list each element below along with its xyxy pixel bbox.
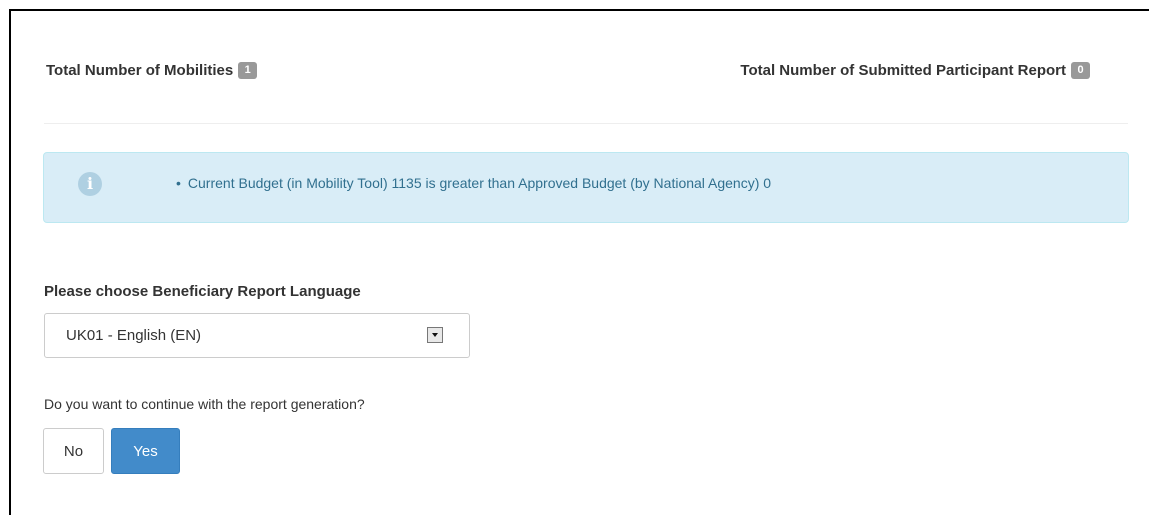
info-icon: i <box>78 172 102 196</box>
submitted-reports-label: Total Number of Submitted Participant Re… <box>740 62 1066 79</box>
no-button[interactable]: No <box>43 428 104 474</box>
report-panel <box>9 9 1149 515</box>
report-language-selected-value: UK01 - English (EN) <box>66 327 202 344</box>
report-language-label: Please choose Beneficiary Report Languag… <box>44 283 361 300</box>
submitted-reports-stat: Total Number of Submitted Participant Re… <box>740 62 1090 79</box>
alert-message: Current Budget (in Mobility Tool) 1135 i… <box>176 175 771 191</box>
mobilities-count-badge: 1 <box>238 62 258 79</box>
chevron-down-icon[interactable] <box>427 327 443 343</box>
mobilities-stat: Total Number of Mobilities 1 <box>46 62 258 79</box>
alert-message-list: Current Budget (in Mobility Tool) 1135 i… <box>176 175 771 191</box>
divider <box>44 123 1128 124</box>
yes-button[interactable]: Yes <box>111 428 180 474</box>
budget-info-alert: i Current Budget (in Mobility Tool) 1135… <box>43 152 1129 223</box>
stats-row: Total Number of Mobilities 1 Total Numbe… <box>46 62 1106 84</box>
submitted-reports-count-badge: 0 <box>1071 62 1090 79</box>
continue-question: Do you want to continue with the report … <box>44 396 365 412</box>
mobilities-label: Total Number of Mobilities <box>46 62 234 79</box>
report-language-select[interactable]: UK01 - English (EN) <box>44 313 470 358</box>
